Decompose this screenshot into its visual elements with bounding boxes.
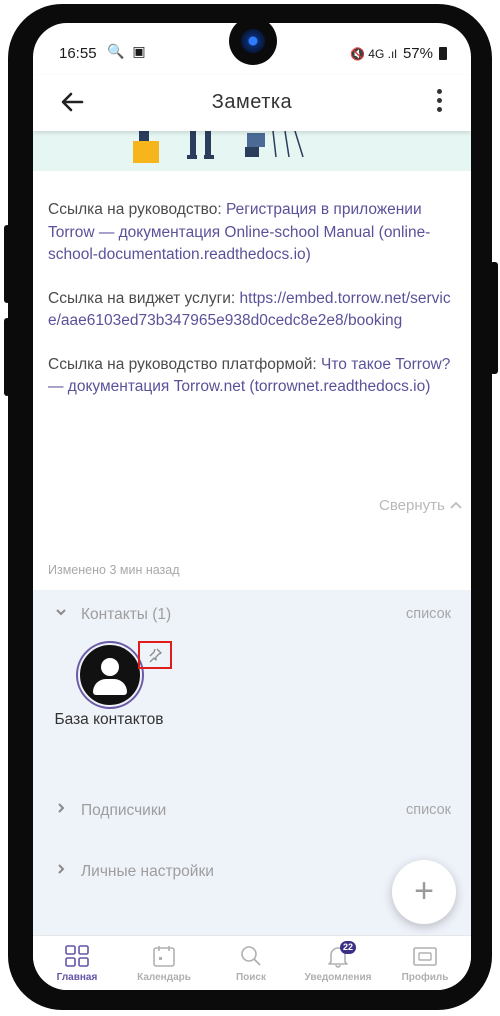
grid-icon [65, 945, 89, 967]
collapse-label: Свернуть [379, 497, 445, 514]
app-header: Заметка [33, 75, 471, 131]
pin-icon[interactable] [138, 641, 172, 669]
note-illustration [33, 131, 471, 171]
chevron-down-icon [55, 606, 67, 621]
add-fab-button[interactable]: + [392, 860, 456, 924]
tab-calendar[interactable]: Календарь [120, 936, 208, 990]
search-icon [241, 946, 261, 966]
tab-search-label: Поиск [235, 972, 266, 983]
chevron-up-icon [450, 501, 462, 509]
widget-label: Ссылка на виджет услуги: [48, 289, 240, 307]
modified-timestamp: Изменено 3 мин назад [48, 563, 180, 577]
volume-up-button [4, 225, 10, 303]
tab-calendar-label: Календарь [137, 972, 191, 983]
chevron-right-icon [55, 802, 67, 817]
platform-paragraph: Ссылка на руководство платформой: Что та… [48, 354, 458, 399]
collapse-button[interactable]: Свернуть [379, 497, 463, 514]
battery-percent: 57% [402, 45, 433, 62]
widget-paragraph: Ссылка на виджет услуги: https://embed.t… [48, 288, 458, 333]
power-button [490, 262, 498, 374]
screen: 16:55 🔍 ▣ 🔇 4G .ıl 57% Заметка Ссылка на… [33, 23, 471, 990]
subscribers-section-label: Подписчики [81, 802, 167, 819]
personal-settings-label: Личные настройки [81, 863, 214, 880]
tab-notifications[interactable]: 22 Уведомления [294, 936, 382, 990]
contacts-list-toggle[interactable]: список [406, 606, 451, 622]
page-title: Заметка [211, 91, 293, 113]
contacts-avatar[interactable] [78, 643, 142, 707]
bottom-tab-bar: Главная Календарь Поиск 22 Уведомления П… [33, 935, 471, 990]
tab-notifications-label: Уведомления [304, 972, 372, 983]
contact-item-label[interactable]: База контактов [51, 709, 167, 731]
more-vertical-icon[interactable] [437, 89, 443, 116]
subscribers-section-header[interactable]: Подписчики список [33, 800, 471, 824]
tab-profile[interactable]: Профиль [381, 936, 469, 990]
status-signal-icons: 🔇 4G .ıl [350, 46, 397, 61]
calendar-icon [153, 946, 175, 967]
tab-profile-label: Профиль [401, 972, 449, 983]
contacts-section-header[interactable]: Контакты (1) список [33, 604, 471, 628]
tab-home[interactable]: Главная [33, 936, 121, 990]
battery-icon [439, 47, 447, 60]
status-right: 🔇 4G .ıl 57% [350, 45, 447, 62]
note-content: Ссылка на руководство: Регистрация в при… [48, 199, 458, 420]
tab-home-label: Главная [56, 972, 98, 983]
volume-down-button [4, 318, 10, 396]
guide-label: Ссылка на руководство: [48, 201, 226, 218]
status-left-icons: 🔍 ▣ [107, 43, 148, 59]
tab-search[interactable]: Поиск [207, 936, 295, 990]
platform-label: Ссылка на руководство платформой: [48, 355, 322, 373]
guide-paragraph: Ссылка на руководство: Регистрация в при… [48, 199, 458, 267]
chevron-right-icon [55, 863, 67, 878]
notifications-badge: 22 [340, 941, 356, 954]
status-time: 16:55 [59, 45, 97, 62]
profile-card-icon [413, 947, 437, 966]
subscribers-list-toggle[interactable]: список [406, 802, 451, 818]
contacts-section-label: Контакты (1) [81, 606, 172, 623]
